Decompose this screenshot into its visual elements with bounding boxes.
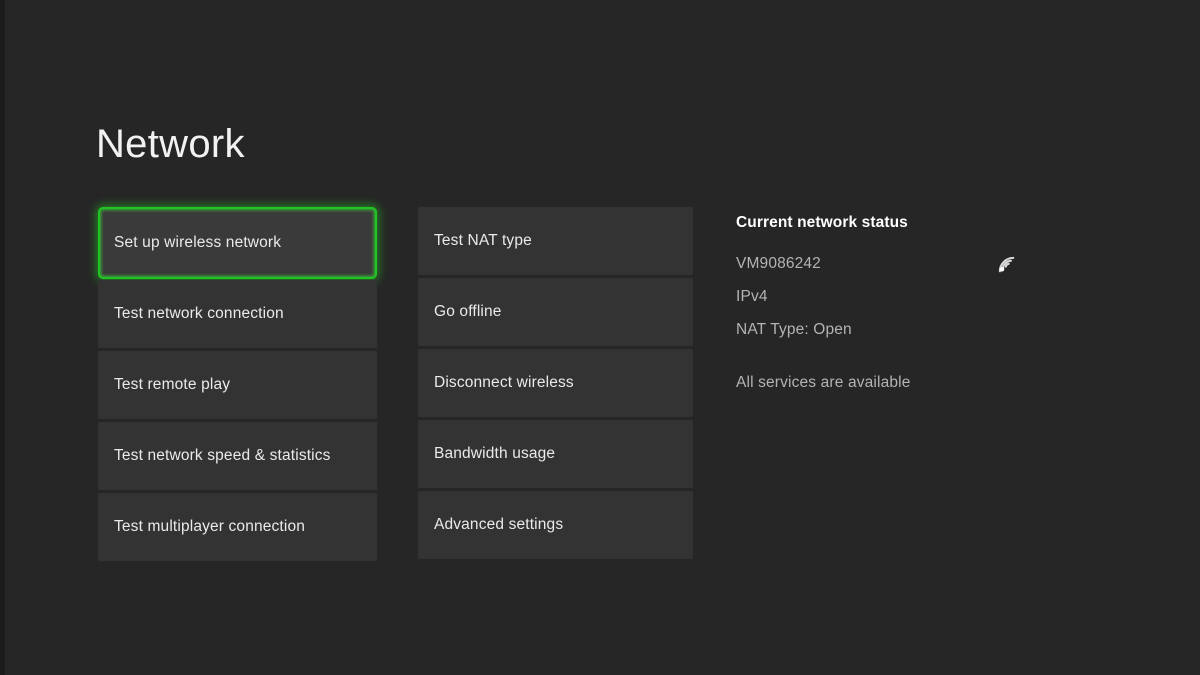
status-nat-type: NAT Type: Open <box>736 321 852 339</box>
status-network-name-row: VM9086242 <box>736 255 1036 273</box>
wifi-icon <box>985 243 1019 277</box>
menu-item-set-up-wireless-network[interactable]: Set up wireless network <box>98 207 377 279</box>
menu-item-label: Test NAT type <box>434 232 532 249</box>
menu-item-label: Disconnect wireless <box>434 374 574 391</box>
menu-column-2: Test NAT type Go offline Disconnect wire… <box>418 207 693 562</box>
menu-column-1: Set up wireless network Test network con… <box>98 207 377 564</box>
menu-item-advanced-settings[interactable]: Advanced settings <box>418 491 693 559</box>
menu-item-bandwidth-usage[interactable]: Bandwidth usage <box>418 420 693 488</box>
status-ip-version: IPv4 <box>736 288 768 306</box>
status-network-name: VM9086242 <box>736 255 821 272</box>
menu-item-label: Test remote play <box>114 376 231 393</box>
menu-item-test-nat-type[interactable]: Test NAT type <box>418 207 693 275</box>
menu-item-label: Test network speed & statistics <box>114 447 331 464</box>
status-services-availability: All services are available <box>736 374 911 392</box>
menu-item-label: Go offline <box>434 303 502 320</box>
status-heading: Current network status <box>736 214 908 231</box>
network-settings-screen: Network Set up wireless network Test net… <box>5 0 1200 675</box>
page-title: Network <box>96 122 245 166</box>
menu-item-go-offline[interactable]: Go offline <box>418 278 693 346</box>
current-network-status-panel: Current network status VM9086242 IPv4 NA… <box>736 214 1036 392</box>
menu-item-label: Test network connection <box>114 305 284 322</box>
menu-item-label: Bandwidth usage <box>434 445 556 462</box>
menu-item-label: Test multiplayer connection <box>114 518 306 535</box>
menu-item-disconnect-wireless[interactable]: Disconnect wireless <box>418 349 693 417</box>
menu-item-test-network-connection[interactable]: Test network connection <box>98 280 377 348</box>
menu-item-test-multiplayer-connection[interactable]: Test multiplayer connection <box>98 493 377 561</box>
menu-item-test-network-speed-statistics[interactable]: Test network speed & statistics <box>98 422 377 490</box>
menu-item-label: Advanced settings <box>434 516 564 533</box>
menu-item-label: Set up wireless network <box>114 234 282 251</box>
menu-item-test-remote-play[interactable]: Test remote play <box>98 351 377 419</box>
